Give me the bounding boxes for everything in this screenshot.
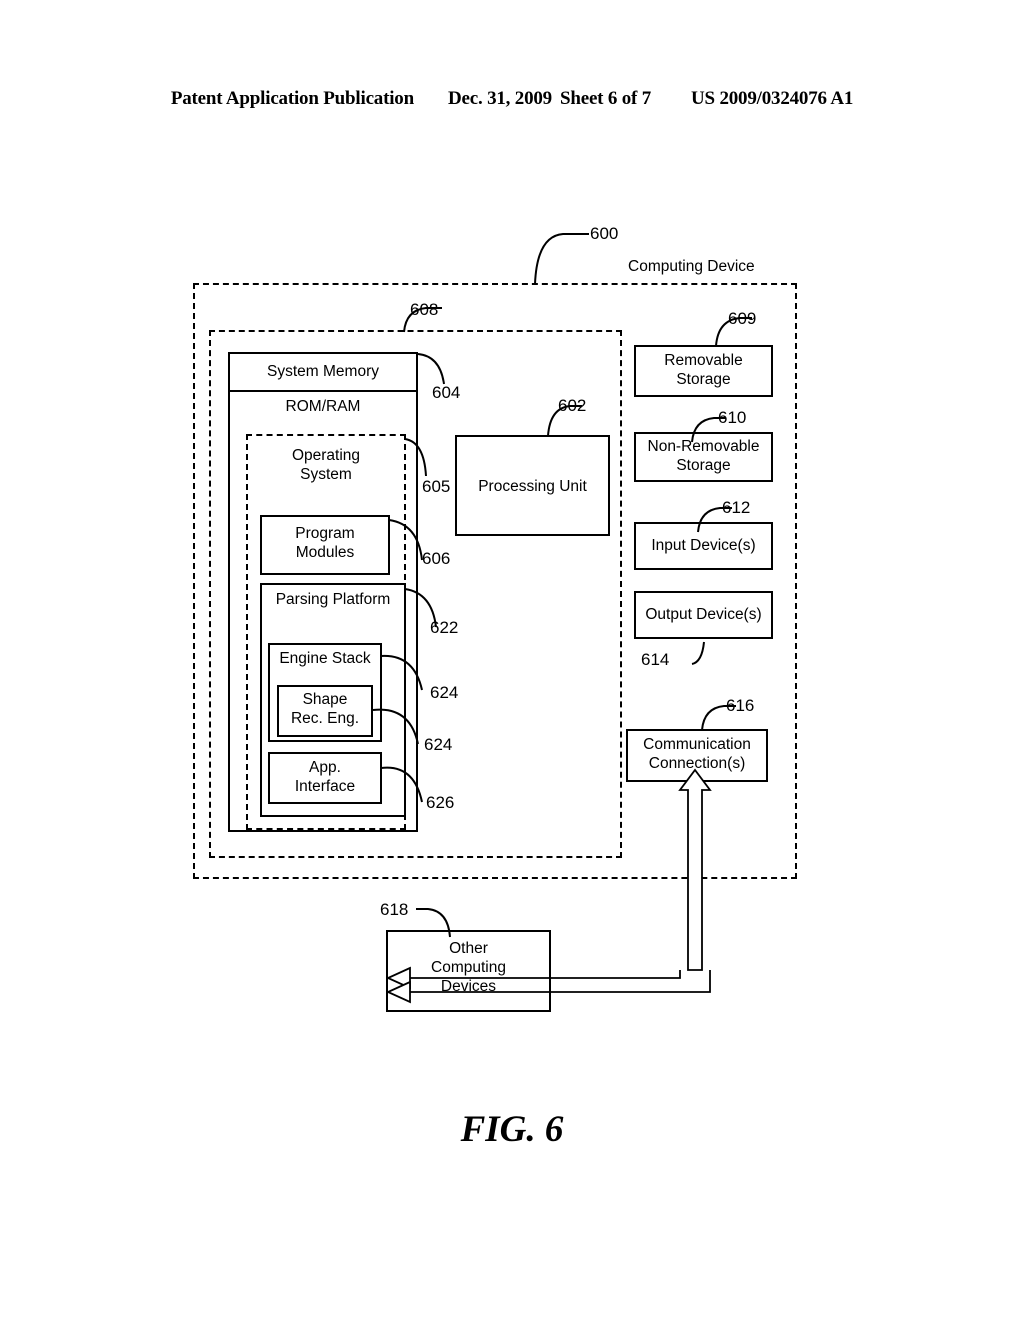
computing-device-title: Computing Device bbox=[628, 258, 755, 275]
ref-614: 614 bbox=[641, 650, 670, 669]
header-date: Dec. 31, 2009 bbox=[447, 88, 552, 109]
shape-rec-engine-label: Shape Rec. Eng. bbox=[290, 691, 360, 727]
output-devices-label: Output Device(s) bbox=[645, 606, 762, 623]
ref-624-engine-stack: 624 bbox=[430, 683, 459, 702]
ref-602: 602 bbox=[558, 396, 587, 415]
parsing-platform-label: Parsing Platform bbox=[275, 591, 391, 608]
ref-609: 609 bbox=[728, 309, 757, 328]
header-patent-number: US 2009/0324076 A1 bbox=[691, 88, 854, 109]
leader-605 bbox=[404, 438, 427, 477]
operating-system-label: Operating System bbox=[291, 447, 361, 483]
ref-622: 622 bbox=[430, 618, 459, 637]
app-interface-label: App. Interface bbox=[294, 759, 356, 795]
ref-605: 605 bbox=[422, 477, 451, 496]
ref-604: 604 bbox=[432, 383, 461, 402]
program-modules-label: Program Modules bbox=[295, 525, 355, 561]
patent-figure-page: Patent Application Publication Dec. 31, 2… bbox=[0, 0, 1024, 1320]
network-connector-arrows bbox=[385, 768, 712, 1004]
ref-606: 606 bbox=[422, 549, 451, 568]
system-memory-label: System Memory bbox=[267, 363, 379, 380]
header-publication: Patent Application Publication bbox=[170, 88, 414, 109]
figure-caption: FIG. 6 bbox=[460, 1109, 564, 1150]
header-sheet: Sheet 6 of 7 bbox=[559, 88, 651, 109]
removable-storage-label: Removable Storage bbox=[664, 352, 743, 388]
leader-614 bbox=[691, 641, 705, 665]
non-removable-storage-label: Non-Removable Storage bbox=[647, 438, 760, 474]
ref-616: 616 bbox=[726, 696, 755, 715]
processing-unit-label: Processing Unit bbox=[478, 478, 587, 495]
system-memory-divider bbox=[228, 390, 418, 392]
ref-608: 608 bbox=[410, 300, 439, 319]
rom-ram-label: ROM/RAM bbox=[285, 398, 361, 415]
ref-600: 600 bbox=[590, 224, 619, 243]
ref-612: 612 bbox=[722, 498, 751, 517]
ref-610: 610 bbox=[718, 408, 747, 427]
input-devices-label: Input Device(s) bbox=[651, 537, 756, 554]
engine-stack-label: Engine Stack bbox=[279, 650, 371, 667]
page-header: Patent Application Publication Dec. 31, 2… bbox=[0, 88, 1024, 110]
